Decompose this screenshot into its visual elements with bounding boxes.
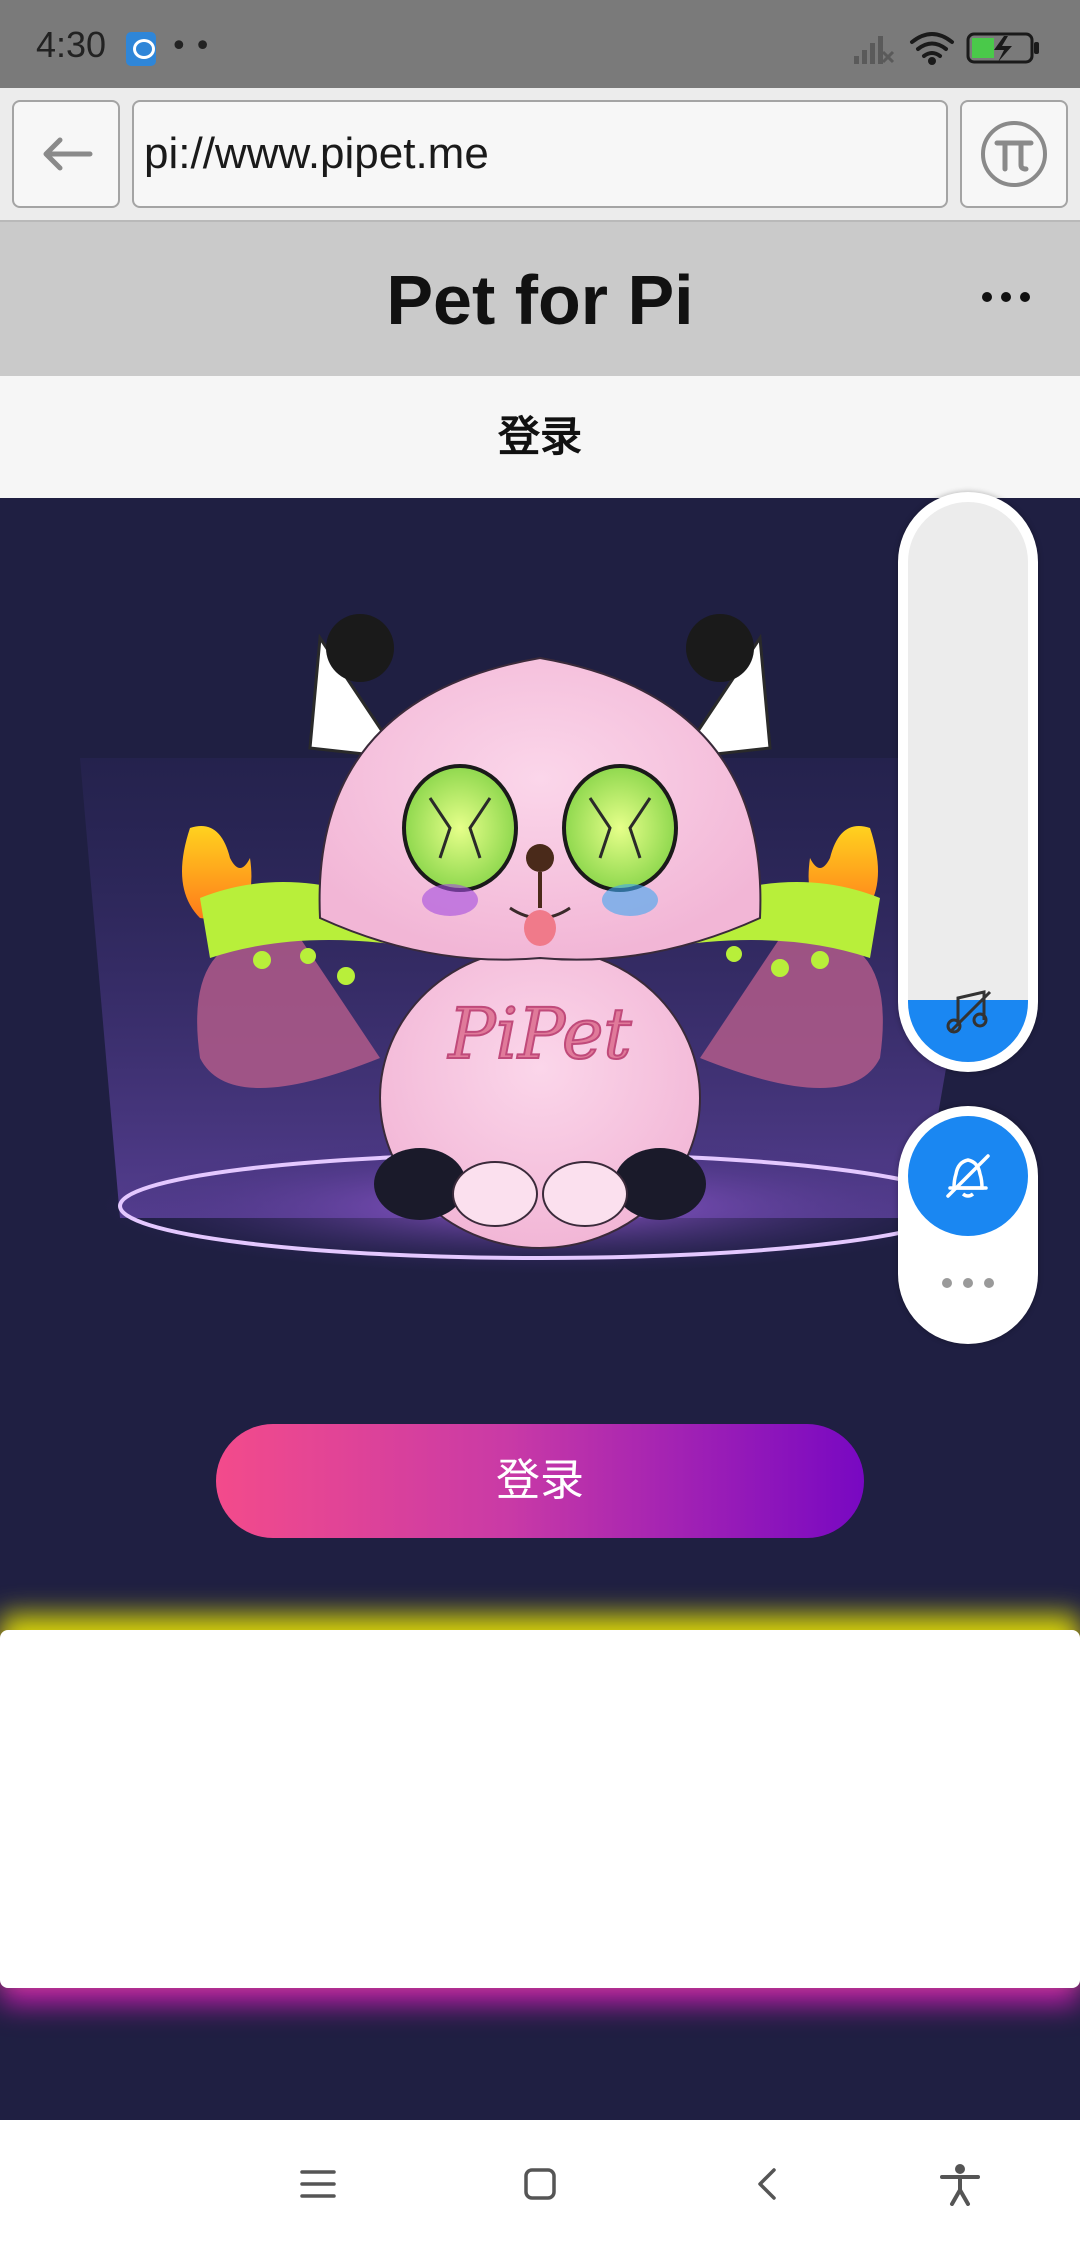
url-field[interactable]: pi://www.pipet.me — [132, 100, 948, 208]
pi-browser-button[interactable] — [960, 100, 1068, 208]
back-button[interactable] — [12, 100, 120, 208]
login-button[interactable]: 登录 — [216, 1424, 864, 1538]
volume-track — [908, 502, 1028, 1062]
music-off-icon — [946, 990, 992, 1034]
bell-off-icon — [946, 1154, 990, 1198]
floating-more-button[interactable] — [942, 1278, 994, 1290]
battery-charging-icon — [966, 32, 1039, 64]
browser-toolbar: pi://www.pipet.me — [0, 88, 1080, 222]
status-time: 4:30 — [36, 24, 107, 65]
content-panel — [0, 1630, 1080, 1988]
pipet-art-text: PiPet — [447, 993, 633, 1075]
app-notification-icon — [126, 32, 156, 66]
wifi-icon — [910, 32, 954, 65]
page-title: 登录 — [0, 376, 1080, 498]
floating-controls — [898, 1106, 1038, 1344]
system-nav-bar — [0, 2120, 1080, 2248]
home-button[interactable] — [512, 2156, 568, 2212]
app-title: Pet for Pi — [386, 261, 694, 339]
recent-apps-button[interactable] — [290, 2156, 346, 2212]
mute-notifications-button[interactable] — [908, 1116, 1028, 1236]
status-bar: 4:30 •• — [0, 0, 1080, 88]
menu-icon — [300, 2170, 336, 2198]
status-icons — [854, 32, 1039, 65]
more-options-button[interactable] — [982, 282, 1030, 312]
system-back-button[interactable] — [740, 2156, 796, 2212]
signal-off-icon — [854, 36, 895, 64]
arrow-left-icon — [43, 137, 93, 171]
back-chevron-icon — [758, 2168, 776, 2200]
accessibility-icon — [940, 2164, 980, 2206]
more-horizontal-icon — [982, 292, 992, 302]
more-horizontal-icon — [942, 1278, 952, 1288]
home-square-icon — [524, 2168, 556, 2200]
accessibility-button[interactable] — [932, 2156, 988, 2212]
pi-logo-icon — [981, 121, 1047, 187]
notification-dots: •• — [170, 29, 218, 64]
volume-slider[interactable] — [898, 492, 1038, 1072]
app-header: Pet for Pi — [0, 222, 1080, 376]
